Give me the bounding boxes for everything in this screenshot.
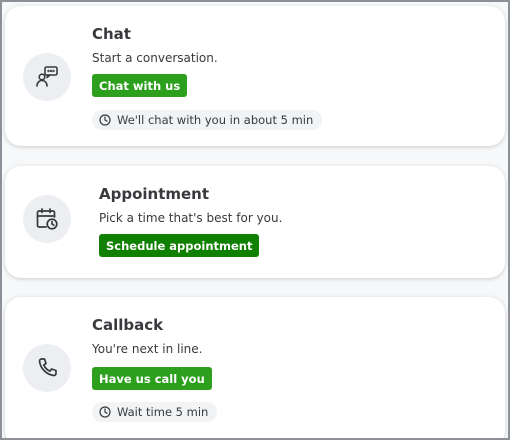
appointment-description: Pick a time that's best for you. [99, 211, 283, 225]
chat-wait-time-badge: We'll chat with you in about 5 min [92, 110, 323, 130]
callback-wait-time-badge: Wait time 5 min [92, 402, 218, 422]
have-us-call-you-button[interactable]: Have us call you [92, 367, 212, 390]
chat-card: Chat Start a conversation. Chat with us … [5, 6, 505, 146]
schedule-appointment-button[interactable]: Schedule appointment [99, 234, 260, 257]
callback-wait-text: Wait time 5 min [117, 405, 209, 419]
chat-icon [23, 53, 71, 101]
chat-title: Chat [92, 25, 131, 43]
appointment-title: Appointment [99, 185, 210, 203]
callback-description: You're next in line. [92, 342, 203, 356]
chat-description: Start a conversation. [92, 51, 218, 65]
callback-card: Callback You're next in line. Have us ca… [5, 297, 505, 438]
callback-title: Callback [92, 316, 164, 334]
chat-wait-text: We'll chat with you in about 5 min [117, 113, 314, 127]
chat-with-us-button[interactable]: Chat with us [92, 74, 188, 97]
phone-icon [23, 344, 71, 392]
clock-icon [99, 406, 111, 418]
clock-icon [99, 114, 111, 126]
appointment-card: Appointment Pick a time that's best for … [5, 166, 505, 278]
support-options-panel: Chat Start a conversation. Chat with us … [0, 0, 510, 440]
calendar-clock-icon [23, 195, 71, 243]
